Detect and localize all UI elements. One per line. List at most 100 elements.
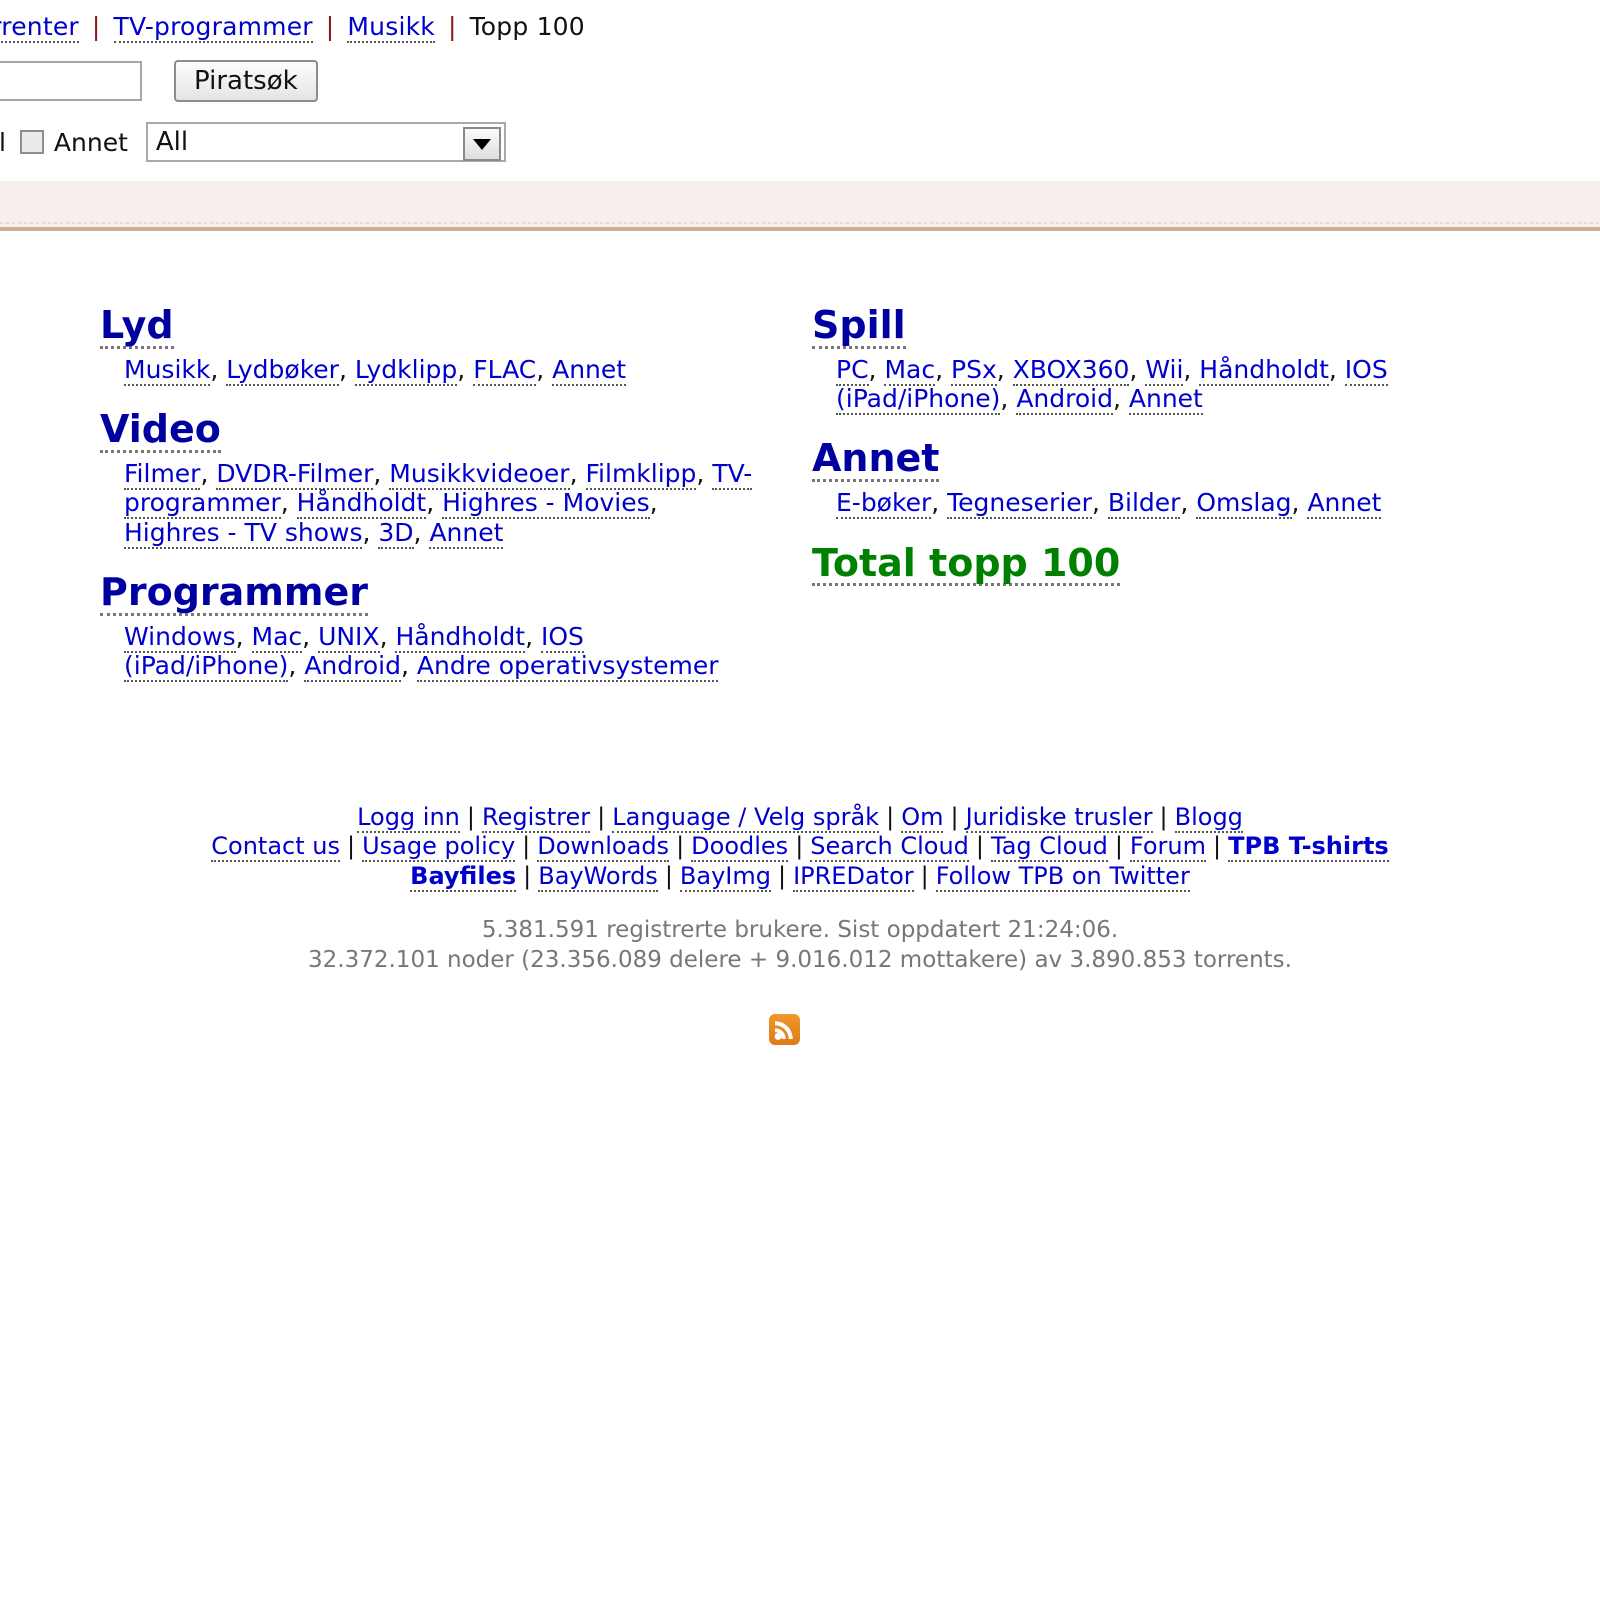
- list-separator: ,: [400, 650, 417, 680]
- list-separator: ,: [373, 459, 390, 489]
- footer-link-downloads[interactable]: Downloads: [537, 832, 670, 863]
- subcategory-link-mac[interactable]: Mac: [884, 354, 936, 386]
- footer-separator: |: [522, 832, 531, 861]
- rss-icon[interactable]: [769, 1014, 800, 1045]
- footer-link-baywords[interactable]: BayWords: [538, 861, 658, 892]
- subcategory-link-pc[interactable]: PC: [836, 354, 869, 386]
- subcategory-link-filmklipp[interactable]: Filmklipp: [585, 459, 697, 491]
- footer-separator: |: [795, 832, 804, 861]
- chevron-down-icon[interactable]: [462, 127, 501, 161]
- footer-separator: |: [886, 803, 895, 831]
- nav-separator: |: [447, 12, 457, 41]
- nav-separator: |: [91, 12, 101, 41]
- footer-link-registrer[interactable]: Registrer: [481, 803, 591, 833]
- pirate-search-button[interactable]: Piratsøk: [174, 60, 318, 102]
- list-separator: ,: [649, 488, 658, 518]
- footer-link-tag-cloud[interactable]: Tag Cloud: [991, 832, 1108, 863]
- subcategory-link-dvdr-filmer[interactable]: DVDR-Filmer: [216, 459, 374, 491]
- nav-item-tv-programmer[interactable]: TV-programmer: [113, 12, 313, 43]
- subcategory-link-annet[interactable]: Annet: [1307, 488, 1382, 520]
- subcategory-link-annet[interactable]: Annet: [1128, 384, 1203, 416]
- subcategory-link-filmer[interactable]: Filmer: [124, 459, 201, 491]
- subcategory-link-h-ndholdt[interactable]: Håndholdt: [296, 488, 427, 520]
- footer-separator: |: [920, 861, 929, 890]
- subcategory-link-musikk[interactable]: Musikk: [124, 354, 211, 386]
- list-separator: ,: [288, 650, 305, 680]
- category-column-left: Lyd Musikk, Lydbøker, Lydklipp, FLAC, Ann…: [100, 305, 760, 706]
- list-separator: ,: [200, 459, 217, 489]
- nav-item-e-torrenter[interactable]: e torrenter: [0, 12, 79, 43]
- nav-item-musikk[interactable]: Musikk: [347, 12, 435, 43]
- footer-separator: |: [597, 803, 606, 831]
- footer-link-follow-tpb-on-twitter[interactable]: Follow TPB on Twitter: [935, 861, 1190, 892]
- list-separator: ,: [413, 517, 430, 547]
- search-input[interactable]: [0, 61, 142, 101]
- subcategory-link-windows[interactable]: Windows: [124, 621, 236, 653]
- category-select[interactable]: All: [145, 122, 506, 162]
- footer-separator: |: [950, 803, 959, 831]
- footer-link-bayfiles[interactable]: Bayfiles: [410, 861, 517, 892]
- list-separator: ,: [868, 354, 885, 384]
- subcategory-link-andre-operativsystemer[interactable]: Andre operativsystemer: [416, 650, 719, 682]
- list-separator: ,: [210, 354, 227, 384]
- category-heading-video[interactable]: Video: [100, 409, 221, 454]
- category-heading-lyd[interactable]: Lyd: [100, 305, 174, 349]
- footer-separator: |: [1159, 803, 1168, 831]
- footer-separator: |: [777, 861, 787, 890]
- footer-link-tpb-t-shirts[interactable]: TPB T-shirts: [1228, 832, 1389, 863]
- subcategory-link-h-ndholdt[interactable]: Håndholdt: [395, 621, 526, 653]
- subcategory-link-highres-movies[interactable]: Highres - Movies: [442, 488, 650, 520]
- category-block: Lyd Musikk, Lydbøker, Lydklipp, FLAC, Ann…: [100, 305, 760, 386]
- subcategory-link-highres-tv-shows[interactable]: Highres - TV shows: [124, 517, 363, 549]
- category-select-value: All: [155, 127, 189, 157]
- footer-link-juridiske-trusler[interactable]: Juridiske trusler: [965, 803, 1153, 833]
- list-separator: ,: [696, 459, 713, 489]
- subcategory-link-h-ndholdt[interactable]: Håndholdt: [1199, 354, 1329, 386]
- subcategory-link-xbox360[interactable]: XBOX360: [1012, 354, 1130, 386]
- subcategory-link-e-b-ker[interactable]: E-bøker: [836, 488, 932, 520]
- list-separator: ,: [569, 459, 586, 489]
- subcategory-link-lydklipp[interactable]: Lydklipp: [354, 354, 458, 386]
- footer-link-forum[interactable]: Forum: [1129, 832, 1207, 863]
- subcategory-link-mac[interactable]: Mac: [251, 621, 303, 653]
- footer-row-1: Logg inn | Registrer | Language / Velg språk…: [0, 803, 1600, 833]
- footer-separator: |: [676, 832, 685, 861]
- footer-link-usage-policy[interactable]: Usage policy: [362, 832, 516, 863]
- subcategory-link-android[interactable]: Android: [304, 650, 401, 682]
- header-band: [0, 181, 1600, 231]
- footer-link-logg-inn[interactable]: Logg inn: [357, 803, 460, 833]
- footer-separator: |: [466, 803, 475, 831]
- annet-checkbox[interactable]: [19, 130, 44, 154]
- category-heading-programmer[interactable]: Programmer: [100, 572, 368, 616]
- subcategory-link-flac[interactable]: FLAC: [473, 354, 537, 386]
- search-options-row: ll Annet All: [0, 122, 506, 162]
- subcategory-link-psx[interactable]: PSx: [951, 354, 997, 386]
- footer-link-language-velg-spr-k[interactable]: Language / Velg språk: [612, 803, 880, 833]
- subcategory-link-annet[interactable]: Annet: [429, 517, 504, 549]
- subcategory-link-tegneserier[interactable]: Tegneserier: [947, 488, 1092, 520]
- footer-link-contact-us[interactable]: Contact us: [211, 832, 340, 863]
- subcategory-link-annet[interactable]: Annet: [552, 354, 627, 386]
- subcategory-link-lydb-ker[interactable]: Lydbøker: [226, 354, 339, 386]
- subcategory-link-musikkvideoer[interactable]: Musikkvideoer: [389, 459, 570, 491]
- subcategory-link-android[interactable]: Android: [1016, 384, 1113, 416]
- footer-link-search-cloud[interactable]: Search Cloud: [810, 832, 969, 863]
- list-separator: ,: [536, 354, 553, 384]
- footer-link-bayimg[interactable]: BayImg: [679, 861, 771, 892]
- footer-link-doodles[interactable]: Doodles: [691, 832, 789, 863]
- subcategory-link-wii[interactable]: Wii: [1145, 354, 1184, 386]
- footer-link-blogg[interactable]: Blogg: [1174, 803, 1243, 833]
- stats-nodes-line: 32.372.101 noder (23.356.089 delere + 9.…: [308, 947, 1292, 974]
- category-heading-spill[interactable]: Spill: [812, 305, 906, 349]
- total-top-100-link[interactable]: Total topp 100: [812, 543, 1121, 587]
- footer-row-2: Contact us | Usage policy | Downloads | Doodle…: [0, 832, 1600, 863]
- list-separator: ,: [379, 621, 396, 651]
- subcategory-link-bilder[interactable]: Bilder: [1107, 488, 1181, 520]
- list-separator: ,: [996, 354, 1013, 384]
- footer-link-ipredator[interactable]: IPREDator: [793, 861, 914, 892]
- footer-link-om[interactable]: Om: [901, 803, 944, 833]
- subcategory-link-unix[interactable]: UNIX: [318, 621, 380, 653]
- category-heading-annet[interactable]: Annet: [812, 438, 940, 483]
- subcategory-link-3d[interactable]: 3D: [378, 517, 414, 549]
- subcategory-link-omslag[interactable]: Omslag: [1196, 488, 1292, 520]
